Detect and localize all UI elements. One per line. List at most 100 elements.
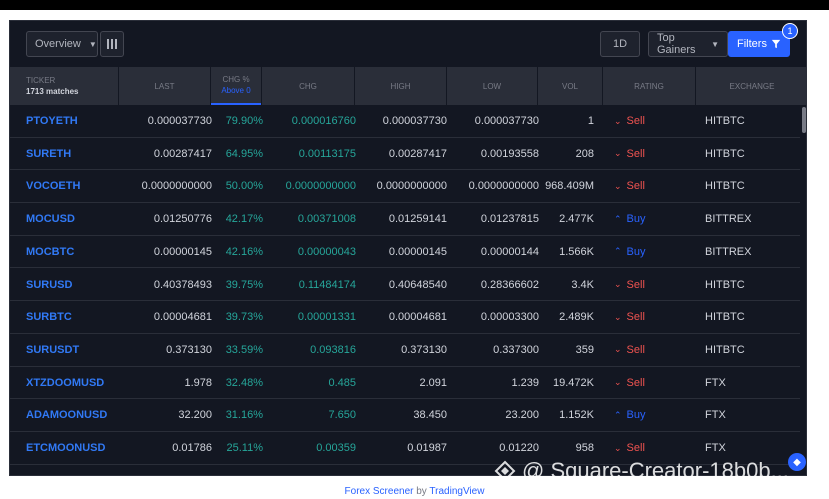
cell-ticker[interactable]: PTOYETH — [26, 105, 118, 137]
columns-button[interactable] — [100, 31, 124, 57]
cell-chg: 0.0000000000 — [285, 180, 356, 193]
column-vol[interactable]: VOL — [538, 67, 602, 105]
column-low-label: LOW — [482, 81, 502, 91]
table-row[interactable]: PTOYETH 0.000037730 79.90% 0.000016760 0.000… — [10, 105, 800, 138]
cell-rating: ⌃ Buy — [614, 203, 694, 235]
column-low[interactable]: LOW — [447, 67, 537, 105]
cell-ticker[interactable]: SURETH — [26, 138, 118, 170]
column-chg[interactable]: CHG — [262, 67, 354, 105]
cell-rating: ⌃ Buy — [614, 399, 694, 431]
column-exchange[interactable]: EXCHANGE — [696, 67, 806, 105]
footer-by: by — [413, 486, 430, 497]
tradingview-logo-icon[interactable]: ◆ — [788, 453, 806, 471]
cell-chg: 0.00359 — [316, 442, 356, 454]
filters-label: Filters — [737, 38, 767, 50]
cell-ticker[interactable]: MOCBTC — [26, 236, 118, 268]
top-gainers-label: Top Gainers — [657, 32, 696, 56]
table-row[interactable]: VOCOETH 0.0000000000 50.00% 0.0000000000 0.0… — [10, 170, 800, 204]
cell-ticker[interactable]: XTZDOOMUSD — [26, 367, 118, 399]
column-ticker[interactable]: TICKER 1713 matches — [10, 67, 118, 105]
diamond-logo-icon — [494, 460, 516, 482]
cell-chg-pct: 64.95% — [225, 147, 263, 160]
cell-chg-pct: 25.11% — [226, 442, 264, 454]
cell-ticker[interactable]: SURBTC — [26, 301, 118, 333]
footer: Forex Screener by TradingView — [0, 486, 829, 497]
chevron-down-icon: ⌄ — [614, 180, 622, 191]
cell-low: 0.00000144 — [480, 245, 539, 258]
cell-vol: 3.4K — [571, 278, 594, 291]
columns-icon — [107, 39, 117, 49]
cell-low: 1.239 — [511, 376, 539, 389]
chevron-down-icon: ▼ — [88, 39, 97, 49]
cell-exchange: FTX — [705, 409, 726, 422]
cell-high: 0.373130 — [401, 343, 447, 356]
filters-button[interactable]: Filters — [728, 31, 790, 57]
cell-vol: 2.489K — [559, 311, 594, 324]
cell-chg: 7.650 — [328, 409, 356, 422]
column-ticker-label: TICKER — [26, 76, 56, 85]
cell-chg: 0.00000043 — [297, 245, 356, 258]
cell-rating: ⌄ Sell — [614, 138, 694, 170]
rating-label: Sell — [626, 376, 645, 389]
cell-low: 0.00003300 — [480, 311, 539, 324]
matches-count: 1713 matches — [26, 87, 79, 96]
cell-last: 0.01250776 — [153, 213, 212, 226]
overview-dropdown[interactable]: Overview ▼ — [26, 31, 98, 57]
cell-chg-pct: 32.48% — [225, 376, 263, 389]
cell-low: 0.28366602 — [480, 278, 539, 291]
cell-rating: ⌄ Sell — [614, 105, 694, 137]
cell-ticker[interactable]: SURUSDT — [26, 334, 118, 366]
top-gainers-dropdown[interactable]: Top Gainers ▼ — [648, 31, 728, 57]
cell-exchange: BITTREX — [705, 213, 752, 226]
watermark-text: @ Square-Creator-18b0b... — [522, 458, 789, 483]
cell-chg-pct: 42.17% — [225, 213, 263, 226]
cell-rating: ⌃ Buy — [614, 236, 694, 268]
table-row[interactable]: XTZDOOMUSD 1.978 32.48% 0.485 2.091 1.239 19.4… — [10, 367, 800, 400]
cell-chg-pct: 79.90% — [225, 115, 263, 127]
table-row[interactable]: SURETH 0.00287417 64.95% 0.00113175 0.002874… — [10, 138, 800, 171]
table-row[interactable]: MOCUSD 0.01250776 42.17% 0.00371008 0.012591… — [10, 203, 800, 236]
rating-label: Sell — [626, 278, 645, 291]
cell-exchange: FTX — [705, 376, 726, 389]
rating-label: Buy — [626, 213, 646, 226]
cell-chg: 0.093816 — [310, 343, 356, 356]
column-rating[interactable]: RATING — [603, 67, 695, 105]
cell-exchange: HITBTC — [705, 180, 745, 193]
cell-last: 0.40378493 — [153, 278, 212, 291]
rating-label: Buy — [626, 245, 646, 258]
column-exchange-label: EXCHANGE — [729, 81, 775, 91]
top-black-bar — [0, 0, 829, 10]
chg-pct-filter: Above 0 — [221, 86, 251, 95]
chevron-down-icon: ⌄ — [614, 115, 622, 126]
cell-ticker[interactable]: ADAMOONUSD — [26, 399, 118, 431]
watermark: @ Square-Creator-18b0b... — [494, 458, 789, 484]
column-rating-label: RATING — [634, 81, 664, 91]
column-high[interactable]: HIGH — [355, 67, 446, 105]
column-chg-label: CHG — [299, 81, 317, 91]
table-row[interactable]: ADAMOONUSD 32.200 31.16% 7.650 38.450 23.200 1… — [10, 399, 800, 432]
rating-label: Sell — [626, 442, 645, 454]
column-last[interactable]: LAST — [119, 67, 210, 105]
footer-product-link[interactable]: Forex Screener — [345, 486, 414, 497]
interval-button[interactable]: 1D — [600, 31, 640, 57]
cell-ticker[interactable]: MOCUSD — [26, 203, 118, 235]
table-row[interactable]: SURUSDT 0.373130 33.59% 0.093816 0.373130 0.3… — [10, 334, 800, 367]
chevron-up-icon: ⌃ — [614, 409, 622, 420]
cell-ticker[interactable]: ETCMOONUSD — [26, 432, 118, 464]
cell-high: 0.01987 — [407, 442, 447, 454]
table-row[interactable]: MOCBTC 0.00000145 42.16% 0.00000043 0.000001… — [10, 236, 800, 269]
cell-ticker[interactable]: VOCOETH — [26, 170, 118, 202]
rating-label: Sell — [626, 147, 645, 160]
scrollbar-thumb[interactable] — [802, 107, 806, 133]
rating-label: Sell — [626, 311, 645, 324]
filter-icon — [771, 39, 781, 49]
table-row[interactable]: SURUSD 0.40378493 39.75% 0.11484174 0.406485… — [10, 269, 800, 302]
footer-brand-link[interactable]: TradingView — [429, 486, 484, 497]
scrollbar[interactable] — [802, 105, 806, 475]
table-row[interactable]: SURBTC 0.00004681 39.73% 0.00001331 0.000046… — [10, 301, 800, 334]
column-chg-pct[interactable]: CHG % Above 0 — [211, 67, 261, 105]
screener-widget: Overview ▼ 1D Top Gainers ▼ Filters 1 TI… — [9, 20, 807, 476]
cell-last: 32.200 — [178, 409, 212, 422]
chevron-down-icon: ⌄ — [614, 377, 622, 388]
cell-ticker[interactable]: SURUSD — [26, 269, 118, 301]
